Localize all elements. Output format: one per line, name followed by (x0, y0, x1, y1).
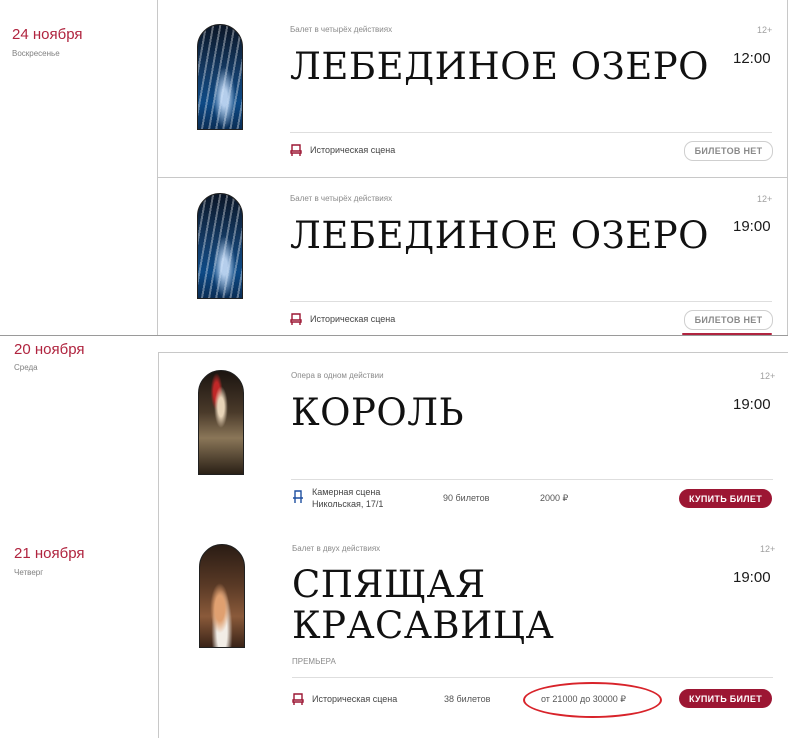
event-poster[interactable] (198, 370, 244, 475)
venue-name: Историческая сцена (310, 145, 396, 155)
sold-out-button[interactable]: БИЛЕТОВ НЕТ (684, 310, 773, 330)
event-time: 12:00 (733, 50, 771, 67)
screenshot-seam (0, 335, 788, 336)
annotation-circle (523, 682, 662, 718)
divider (158, 352, 788, 353)
buy-ticket-button[interactable]: КУПИТЬ БИЛЕТ (679, 489, 772, 508)
age-rating: 12+ (757, 194, 773, 204)
age-rating: 12+ (757, 25, 773, 35)
seat-icon (290, 144, 302, 156)
event-time: 19:00 (733, 396, 771, 413)
venue-name: Камерная сцена (312, 487, 381, 497)
divider (157, 177, 788, 178)
event-poster[interactable] (199, 544, 245, 648)
date-label: 20 ноября (14, 341, 85, 358)
divider (290, 132, 772, 133)
event-poster[interactable] (197, 24, 243, 130)
weekday-label: Воскресенье (12, 49, 60, 58)
venue-name: Историческая сцена (312, 694, 398, 704)
weekday-label: Среда (14, 363, 38, 372)
buy-ticket-button[interactable]: КУПИТЬ БИЛЕТ (679, 689, 772, 708)
event-title[interactable]: ЛЕБЕДИНОЕ ОЗЕРО (290, 46, 709, 88)
event-title[interactable]: КОРОЛЬ (291, 392, 464, 434)
event-title[interactable]: ЛЕБЕДИНОЕ ОЗЕРО (290, 215, 709, 257)
date-label: 24 ноября (12, 26, 83, 43)
ticket-price: 2000 ₽ (540, 493, 569, 503)
date-label: 21 ноября (14, 545, 85, 562)
premiere-badge: ПРЕМЬЕРА (292, 657, 336, 666)
event-time: 19:00 (733, 569, 771, 586)
chair-icon (293, 490, 303, 503)
venue-name: Историческая сцена (310, 314, 396, 324)
event-genre: Балет в четырёх действиях (290, 194, 393, 203)
event-genre: Балет в четырёх действиях (290, 25, 393, 34)
divider (290, 301, 772, 302)
sold-out-button[interactable]: БИЛЕТОВ НЕТ (684, 141, 773, 161)
seat-icon (290, 313, 302, 325)
event-title[interactable]: СПЯЩАЯ (292, 564, 486, 606)
tickets-count: 38 билетов (444, 694, 491, 704)
age-rating: 12+ (760, 544, 776, 554)
divider (158, 352, 159, 738)
event-genre: Опера в одном действии (291, 371, 384, 380)
divider (157, 0, 158, 335)
tickets-count: 90 билетов (443, 493, 490, 503)
event-title[interactable]: КРАСАВИЦА (292, 605, 554, 647)
event-time: 19:00 (733, 218, 771, 235)
divider (291, 479, 773, 480)
event-genre: Балет в двух действиях (292, 544, 381, 553)
event-poster[interactable] (197, 193, 243, 299)
weekday-label: Четверг (14, 568, 44, 577)
button-edge (682, 333, 772, 335)
venue-address: Никольская, 17/1 (312, 499, 384, 509)
age-rating: 12+ (760, 371, 776, 381)
seat-icon (292, 693, 304, 705)
divider (292, 677, 773, 678)
